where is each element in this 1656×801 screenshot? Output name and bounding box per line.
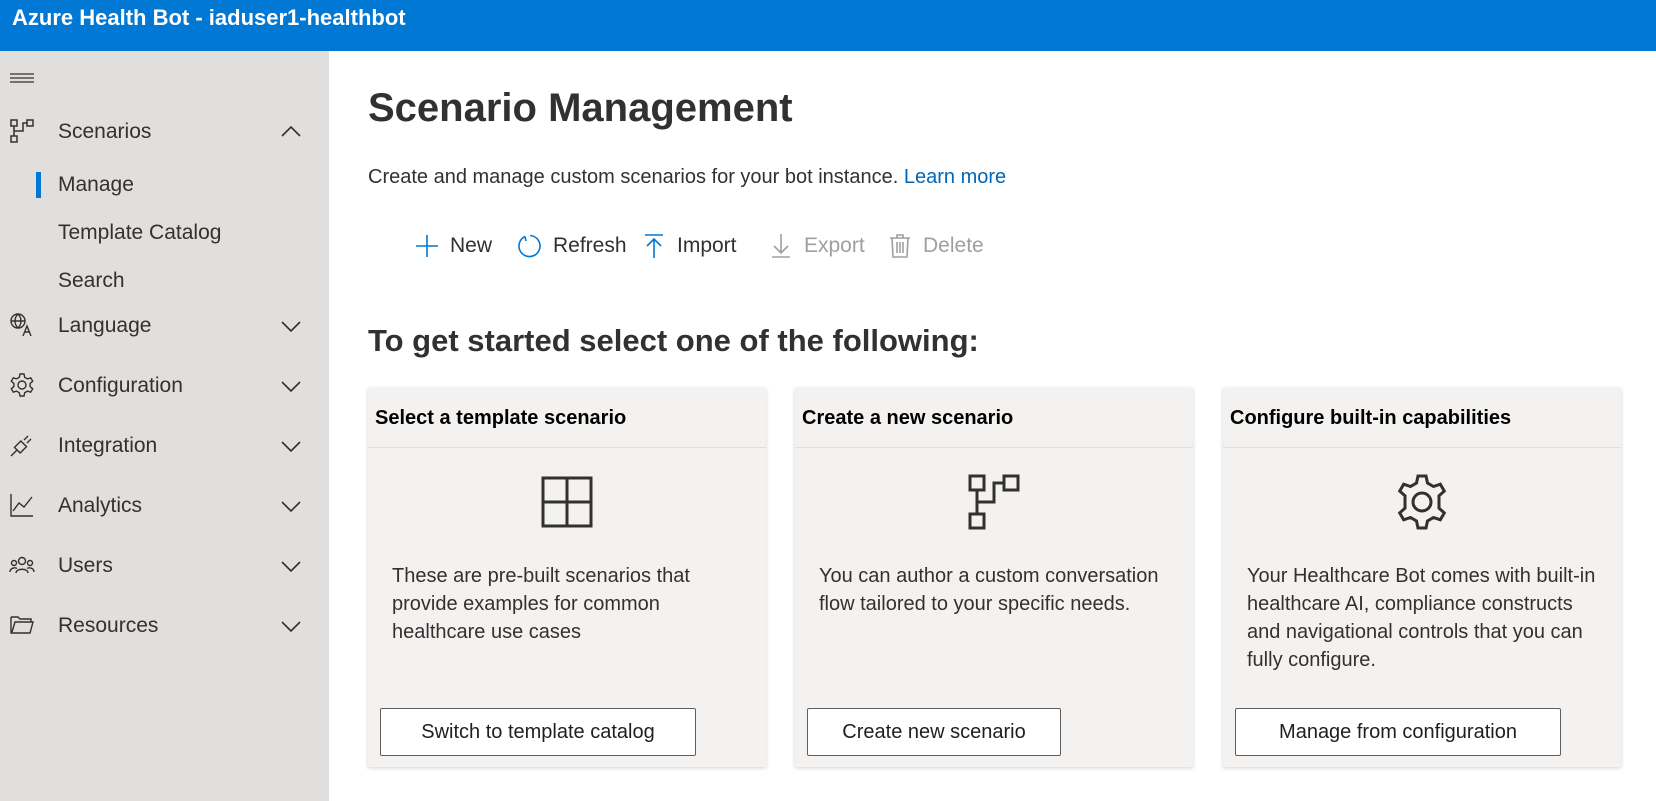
import-button[interactable]: Import [641, 228, 737, 264]
sidebar-item-label: Resources [58, 614, 159, 637]
command-label: Delete [923, 234, 984, 257]
new-button[interactable]: New [414, 228, 492, 264]
sidebar-item-label: Analytics [58, 494, 143, 517]
sidebar-item-analytics[interactable]: Analytics [0, 482, 329, 530]
sidebar-item-label: Scenarios [58, 120, 152, 143]
flow-icon [968, 474, 1020, 530]
sidebar-item-template-catalog[interactable]: Template Catalog [0, 212, 329, 252]
switch-to-template-catalog-button[interactable]: Switch to template catalog [380, 708, 696, 756]
app-title: Azure Health Bot - iaduser1-healthbot [12, 5, 406, 30]
card-header: Configure built-in capabilities [1223, 388, 1621, 448]
learn-more-link[interactable]: Learn more [904, 166, 1006, 188]
card-header: Create a new scenario [795, 388, 1193, 448]
card-description: These are pre-built scenarios that provi… [392, 565, 690, 643]
sidebar-item-label: Manage [58, 173, 134, 196]
description-text: Create and manage custom scenarios for y… [368, 166, 899, 188]
flow-icon [10, 119, 34, 143]
hamburger-icon[interactable] [10, 69, 35, 89]
language-icon [10, 313, 32, 337]
sidebar-item-label: Users [58, 554, 113, 577]
delete-button[interactable]: Delete [887, 228, 984, 264]
card-header: Select a template scenario [368, 388, 766, 448]
sidebar-item-configuration[interactable]: Configuration [0, 362, 329, 410]
command-label: Import [677, 234, 737, 257]
selected-indicator [36, 172, 41, 198]
folder-icon [10, 616, 34, 634]
sidebar-item-label: Template Catalog [58, 221, 222, 244]
card-description: You can author a custom conversation flo… [819, 565, 1159, 615]
sidebar-item-scenarios[interactable]: Scenarios [0, 108, 329, 156]
command-label: Export [804, 234, 865, 257]
top-bar: Azure Health Bot - iaduser1-healthbot [0, 0, 1656, 51]
builtin-capabilities-card: Configure built-in capabilities Your Hea… [1223, 388, 1621, 767]
sidebar-item-label: Configuration [58, 374, 183, 397]
sidebar-item-label: Search [58, 269, 125, 292]
chevron-down-icon[interactable] [280, 436, 302, 456]
people-icon [9, 556, 35, 574]
card-title: Create a new scenario [802, 407, 1014, 429]
page-title: Scenario Management [368, 86, 793, 130]
chevron-down-icon[interactable] [280, 496, 302, 516]
plus-icon [416, 235, 438, 257]
trash-icon [890, 234, 910, 258]
plug-icon [10, 435, 32, 457]
gear-icon [10, 373, 34, 397]
page-description: Create and manage custom scenarios for y… [368, 164, 1006, 190]
sidebar-item-manage[interactable]: Manage [0, 164, 329, 204]
new-scenario-card: Create a new scenario You can author a c… [795, 388, 1193, 767]
sidebar-item-search[interactable]: Search [0, 260, 329, 300]
sidebar-item-label: Integration [58, 434, 158, 457]
chevron-down-icon[interactable] [280, 616, 302, 636]
chevron-up-icon[interactable] [280, 122, 302, 142]
chevron-down-icon[interactable] [280, 316, 302, 336]
export-button[interactable]: Export [768, 228, 865, 264]
gear-icon [1397, 474, 1447, 530]
grid-icon [541, 476, 593, 528]
template-scenario-card: Select a template scenario These are pre… [368, 388, 766, 767]
chevron-down-icon[interactable] [280, 376, 302, 396]
section-heading: To get started select one of the followi… [368, 323, 979, 358]
chart-icon [10, 494, 33, 517]
manage-from-configuration-button[interactable]: Manage from configuration [1235, 708, 1561, 756]
sidebar: Scenarios Manage Template Catalog Search… [0, 51, 329, 801]
card-title: Configure built-in capabilities [1230, 407, 1512, 429]
refresh-button[interactable]: Refresh [517, 228, 627, 264]
upload-icon [645, 234, 663, 258]
card-description: Your Healthcare Bot comes with built-in … [1247, 565, 1596, 671]
refresh-icon [518, 234, 541, 258]
command-label: New [450, 234, 493, 257]
sidebar-item-integration[interactable]: Integration [0, 422, 329, 470]
sidebar-item-users[interactable]: Users [0, 542, 329, 590]
create-new-scenario-button[interactable]: Create new scenario [807, 708, 1061, 756]
sidebar-item-label: Language [58, 314, 152, 337]
chevron-down-icon[interactable] [280, 556, 302, 576]
main-content: Scenario Management Create and manage cu… [329, 51, 1656, 801]
card-title: Select a template scenario [375, 407, 627, 429]
sidebar-item-resources[interactable]: Resources [0, 602, 329, 650]
command-label: Refresh [553, 234, 627, 257]
download-icon [772, 234, 790, 258]
sidebar-item-language[interactable]: Language [0, 302, 329, 350]
